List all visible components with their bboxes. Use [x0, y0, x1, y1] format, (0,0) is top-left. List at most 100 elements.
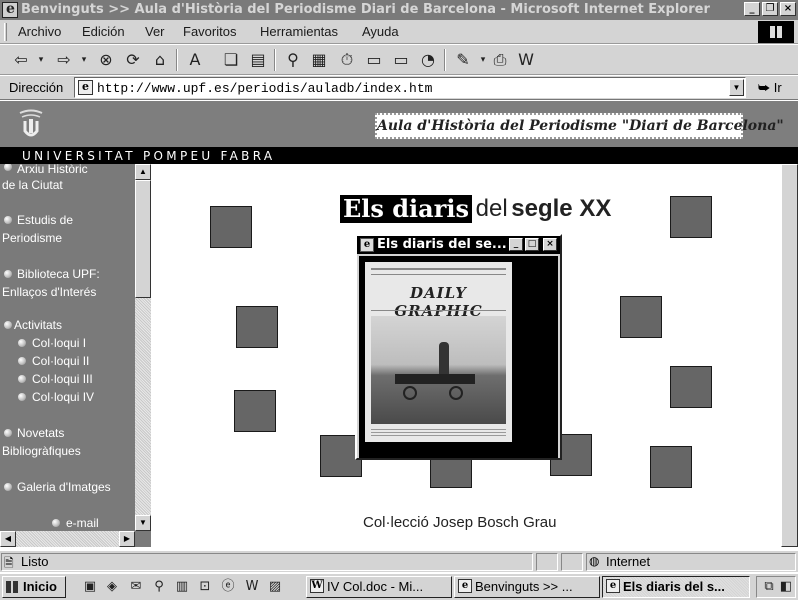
popup-close-button[interactable]: × [543, 238, 557, 251]
refresh-icon[interactable]: ⟳ [124, 51, 142, 69]
gallery-square[interactable] [620, 296, 662, 338]
newspaper-caption-lines [371, 428, 506, 436]
headline-segle: segle XX [511, 195, 612, 222]
quicklaunch-word-icon[interactable]: W [244, 579, 260, 595]
minimize-button[interactable]: _ [744, 2, 760, 16]
gallery-square[interactable] [670, 196, 712, 238]
task-button-word[interactable]: W IV Col.doc - Mi... [306, 576, 452, 598]
site-title: Aula d'Història del Periodisme "Diari de… [375, 113, 784, 139]
nav-novetats[interactable]: Novetats [17, 424, 64, 442]
menu-ver[interactable]: Ver [145, 24, 165, 39]
gallery-square[interactable] [210, 206, 252, 248]
bullet-icon [4, 216, 12, 224]
folder-up-icon[interactable]: ▭ [392, 51, 410, 69]
tray-network-icon[interactable]: ⧉ [761, 579, 777, 595]
task-button-els-diaris[interactable]: e Els diaris del s... [602, 576, 750, 598]
nav-colloqui-2[interactable]: Col·loqui II [32, 352, 89, 370]
popup-window[interactable]: e Els diaris del se... _ □ × DAILY GRAPH… [355, 234, 562, 460]
popup-ie-icon[interactable]: e [360, 238, 374, 252]
quicklaunch-ie-icon[interactable]: ⓔ [220, 579, 236, 595]
paste-icon[interactable]: ▤ [249, 51, 267, 69]
scroll-right-icon[interactable]: ▶ [119, 531, 135, 547]
window-title: Benvinguts >> Aula d'Història del Period… [21, 2, 710, 17]
address-bar: Dirección e http://www.upf.es/periodis/a… [0, 76, 798, 100]
menu-herramientas[interactable]: Herramientas [260, 24, 338, 39]
gallery-square[interactable] [236, 306, 278, 348]
left-horizontal-scrollbar[interactable]: ◀ ▶ [0, 531, 135, 547]
menu-bar: Archivo Edición Ver Favoritos Herramient… [0, 20, 798, 44]
start-button[interactable]: Inicio [2, 576, 66, 598]
menu-archivo[interactable]: Archivo [18, 24, 61, 39]
popup-title-bar[interactable]: e Els diaris del se... _ □ × [357, 236, 560, 254]
popup-minimize-button[interactable]: _ [509, 238, 523, 251]
quicklaunch-search-icon[interactable]: ⚲ [151, 579, 167, 595]
menu-ayuda[interactable]: Ayuda [362, 24, 399, 39]
go-button[interactable]: ⮩ Ir [758, 80, 782, 96]
bullet-icon [4, 270, 12, 278]
search-icon[interactable]: ⚲ [284, 51, 302, 69]
task-button-benvinguts[interactable]: e Benvinguts >> ... [454, 576, 600, 598]
scroll-track[interactable] [16, 531, 119, 547]
bullet-icon [18, 375, 26, 383]
upf-logo-icon[interactable] [18, 109, 44, 141]
word-icon[interactable]: W [517, 51, 535, 69]
address-input[interactable]: e http://www.upf.es/periodis/auladb/inde… [74, 77, 746, 98]
font-size-icon[interactable]: A [186, 51, 204, 69]
nav-estudis-line2[interactable]: Periodisme [2, 229, 62, 247]
nav-galeria[interactable]: Galeria d'Imatges [17, 478, 111, 496]
menu-favoritos[interactable]: Favoritos [183, 24, 236, 39]
edit-icon[interactable]: ✎ [454, 51, 472, 69]
scroll-thumb[interactable] [135, 180, 151, 298]
nav-colloqui-1[interactable]: Col·loqui I [32, 334, 86, 352]
tray-volume-icon[interactable]: ◧ [778, 579, 794, 595]
nav-biblioteca-line2[interactable]: Enllaços d'Interés [2, 283, 96, 301]
scroll-down-icon[interactable]: ▼ [135, 515, 151, 531]
history-icon[interactable]: ⏱ [338, 51, 356, 69]
left-vertical-scrollbar[interactable]: ▲ ▼ [135, 164, 151, 531]
print-icon[interactable]: ⎙ [491, 51, 509, 69]
nav-biblioteca[interactable]: Biblioteca UPF: [17, 265, 100, 283]
address-url[interactable]: http://www.upf.es/periodis/auladb/index.… [97, 81, 432, 96]
gallery-square[interactable] [234, 390, 276, 432]
back-icon[interactable]: ⇦ [12, 51, 30, 69]
scroll-up-icon[interactable]: ▲ [135, 164, 151, 180]
quicklaunch-outlook-icon[interactable]: ✉ [128, 579, 144, 595]
quicklaunch-image-icon[interactable]: ▨ [267, 579, 283, 595]
close-button[interactable]: × [780, 2, 796, 16]
ie-icon[interactable] [2, 1, 18, 18]
menu-edicion[interactable]: Edición [82, 24, 125, 39]
home-icon[interactable]: ⌂ [151, 51, 169, 69]
favorites-icon[interactable]: ▦ [310, 51, 328, 69]
forward-icon[interactable]: ⇨ [55, 51, 73, 69]
folder-icon[interactable]: ▭ [365, 51, 383, 69]
nav-estudis[interactable]: Estudis de [17, 211, 73, 229]
address-dropdown-icon[interactable]: ▼ [729, 79, 744, 96]
restore-button[interactable]: ❐ [762, 2, 778, 16]
forward-dropdown-icon[interactable]: ▾ [75, 51, 93, 69]
scroll-left-icon[interactable]: ◀ [0, 531, 16, 547]
copy-icon[interactable]: ❏ [222, 51, 240, 69]
toolbar-separator [274, 49, 276, 71]
popup-maximize-button[interactable]: □ [525, 238, 539, 251]
nav-colloqui-3[interactable]: Col·loqui III [32, 370, 93, 388]
nav-email[interactable]: e-mail [66, 514, 99, 532]
quicklaunch-desktop-icon[interactable]: ▣ [82, 579, 98, 595]
nav-activitats[interactable]: Activitats [14, 316, 62, 334]
quicklaunch-explorer-icon[interactable]: ◈ [104, 579, 120, 595]
stop-icon[interactable]: ⊗ [97, 51, 115, 69]
nav-novetats-line2[interactable]: Bibliogràfiques [2, 442, 81, 460]
gallery-square[interactable] [670, 366, 712, 408]
nav-arxiu-line2[interactable]: de la Ciutat [2, 176, 63, 194]
main-vertical-scrollbar[interactable] [781, 164, 798, 547]
page-icon: e [78, 80, 93, 95]
gallery-square[interactable] [650, 446, 692, 488]
media-icon[interactable]: ◔ [419, 51, 437, 69]
left-nav-frame: Arxiu Històric de la Ciutat Estudis de P… [0, 164, 151, 547]
nav-colloqui-4[interactable]: Col·loqui IV [32, 388, 94, 406]
scroll-thumb[interactable] [781, 164, 798, 547]
menu-grip[interactable] [4, 23, 7, 41]
quicklaunch-network-icon[interactable]: ⊡ [197, 579, 213, 595]
edit-dropdown-icon[interactable]: ▾ [474, 51, 492, 69]
back-dropdown-icon[interactable]: ▾ [32, 51, 50, 69]
quicklaunch-chart-icon[interactable]: ▥ [174, 579, 190, 595]
